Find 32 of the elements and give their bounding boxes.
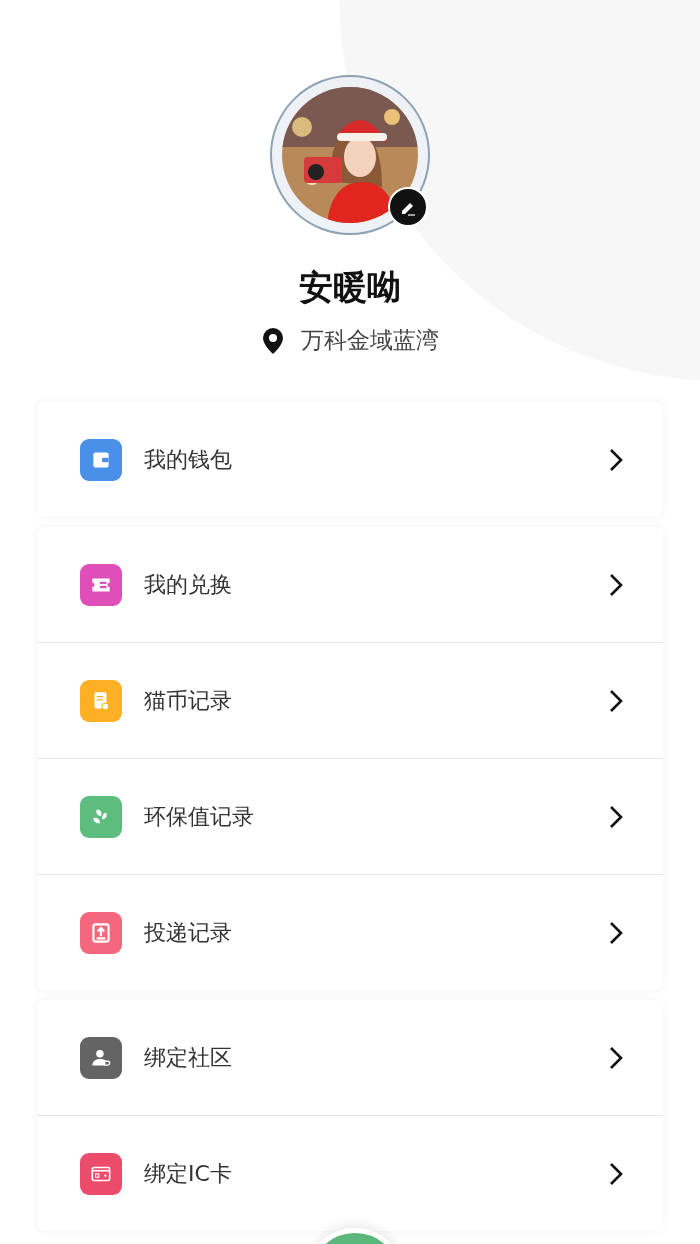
document-icon	[80, 679, 122, 722]
chevron-right-icon	[609, 920, 623, 945]
ticket-icon	[80, 563, 122, 606]
menu-label: 我的兑换	[144, 570, 233, 599]
leaf-icon	[80, 795, 122, 838]
location-pin-icon	[261, 326, 285, 355]
chevron-right-icon	[609, 1045, 623, 1070]
edit-button[interactable]	[388, 187, 428, 227]
location-text: 万科金域蓝湾	[301, 326, 439, 355]
menu-label: 绑定社区	[144, 1043, 233, 1072]
upload-icon	[80, 911, 122, 954]
menu-item[interactable]: 我的钱包	[37, 402, 663, 517]
menu-label: 环保值记录	[144, 802, 255, 831]
chevron-right-icon	[609, 572, 623, 597]
menu-label: 我的钱包	[144, 445, 233, 474]
chevron-right-icon	[609, 1161, 623, 1186]
card-icon	[80, 1152, 122, 1195]
chevron-right-icon	[609, 804, 623, 829]
menu-item[interactable]: 绑定社区	[37, 1000, 663, 1115]
user-link-icon	[80, 1036, 122, 1079]
menu-item[interactable]: 投递记录	[37, 874, 663, 990]
menu-item[interactable]: 环保值记录	[37, 758, 663, 874]
user-name: 安暖呦	[299, 266, 401, 309]
wallet-icon	[80, 438, 122, 481]
menu-item[interactable]: 猫币记录	[37, 642, 663, 758]
menu-item[interactable]: 绑定IC卡	[37, 1115, 663, 1231]
menu-label: 投递记录	[144, 918, 233, 947]
chevron-right-icon	[609, 447, 623, 472]
chevron-right-icon	[609, 688, 623, 713]
menu-label: 猫币记录	[144, 686, 233, 715]
menu-item[interactable]: 我的兑换	[37, 527, 663, 642]
menu-label: 绑定IC卡	[144, 1159, 233, 1188]
